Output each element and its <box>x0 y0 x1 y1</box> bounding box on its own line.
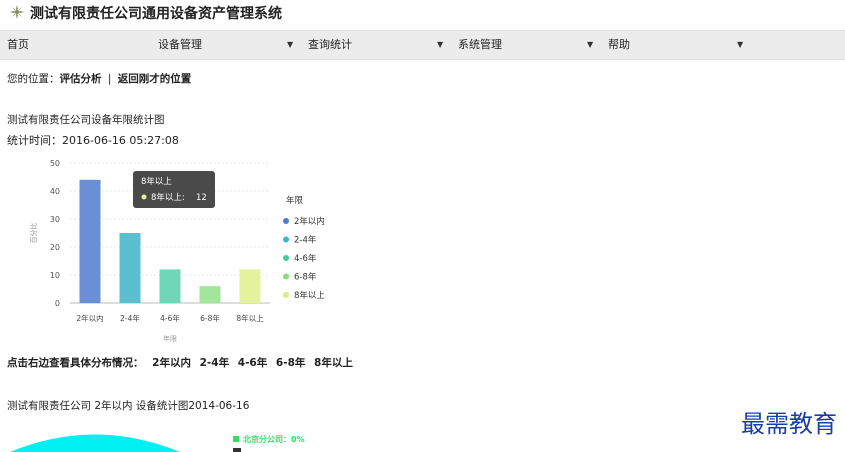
x-tick-label: 8年以上 <box>236 313 264 323</box>
nav-item-device-management[interactable]: 设备管理 <box>158 31 202 59</box>
pie-slice[interactable] <box>10 434 180 452</box>
legend-label[interactable]: 4-6年 <box>294 253 317 264</box>
nav-item-query-statistics[interactable]: 查询统计 <box>308 31 352 59</box>
bar[interactable] <box>159 269 181 303</box>
tooltip-marker <box>141 194 147 200</box>
sub-chart-title: 测试有限责任公司 2年以内 设备统计图2014-06-16 <box>7 400 250 412</box>
legend-swatch <box>233 436 239 442</box>
x-tick-label: 2-4年 <box>120 313 140 323</box>
chevron-down-icon[interactable]: ▼ <box>437 31 443 59</box>
distribution-link-4-6yr[interactable]: 4-6年 <box>238 357 267 369</box>
legend-marker[interactable] <box>283 273 289 280</box>
y-tick-label: 40 <box>50 187 60 196</box>
legend-label[interactable]: 2年以内 <box>294 216 325 227</box>
tooltip-label: 8年以上: <box>151 192 185 203</box>
y-tick-label: 30 <box>50 215 60 224</box>
distribution-link-6-8yr[interactable]: 6-8年 <box>276 357 305 369</box>
chart-title: 测试有限责任公司设备年限统计图 <box>7 114 165 126</box>
legend-marker[interactable] <box>283 218 289 224</box>
legend-title: 年限 <box>286 195 304 206</box>
y-tick-label: 20 <box>50 243 60 252</box>
legend-label[interactable]: 8年以上 <box>294 290 325 301</box>
title-bar: 测试有限责任公司通用设备资产管理系统 <box>0 0 845 26</box>
pie-legend-item[interactable]: 北京分公司：0% <box>233 434 305 445</box>
legend-marker[interactable] <box>283 236 289 243</box>
bar[interactable] <box>199 286 221 303</box>
age-bar-chart: 01020304050百分比2年以内 2-4年 4-6年 6-8年 8年以上年限年限2年… <box>29 159 325 343</box>
breadcrumb-prefix: 您的位置： <box>7 73 60 85</box>
legend-swatch <box>233 448 241 452</box>
app-title: 测试有限责任公司通用设备资产管理系统 <box>30 6 282 22</box>
back-link[interactable]: 返回刚才的位置 <box>118 73 192 85</box>
breadcrumb-current: 评估分析 <box>59 73 102 85</box>
distribution-link-8plus[interactable]: 8年以上 <box>314 357 353 369</box>
y-tick-label: 50 <box>50 159 60 168</box>
distribution-links: 点击右边查看具体分布情况： 2年以内 2-4年 4-6年 6-8年 8年以上 <box>7 355 358 370</box>
nav-item-system-management[interactable]: 系统管理 <box>458 31 502 59</box>
chevron-down-icon[interactable]: ▼ <box>587 31 593 59</box>
x-tick-label: 6-8年 <box>200 313 220 323</box>
legend-marker[interactable] <box>283 255 289 261</box>
tooltip-title: 8年以上 <box>141 176 172 187</box>
legend-marker[interactable] <box>283 292 289 298</box>
main-nav: 首页 设备管理 ▼ 查询统计 ▼ 系统管理 ▼ 帮助 ▼ <box>0 30 845 60</box>
breadcrumb-separator: | <box>107 73 112 85</box>
stat-time: 统计时间：2016-06-16 05:27:08 <box>7 134 179 147</box>
chevron-down-icon[interactable]: ▼ <box>737 31 743 59</box>
breadcrumb: 您的位置：评估分析 | 返回刚才的位置 <box>7 71 191 86</box>
distribution-link-2yr[interactable]: 2年以内 <box>152 357 191 369</box>
legend-label[interactable]: 2-4年 <box>294 235 317 246</box>
bar[interactable] <box>119 233 141 303</box>
x-axis-label: 年限 <box>163 334 177 343</box>
distribution-link-2-4yr[interactable]: 2-4年 <box>200 357 229 369</box>
pie-legend-label: 北京分公司：0% <box>243 435 305 444</box>
x-tick-label: 4-6年 <box>160 313 180 323</box>
bar[interactable] <box>239 269 261 303</box>
y-tick-label: 10 <box>50 271 60 280</box>
x-tick-label: 2年以内 <box>76 313 103 323</box>
app-logo-icon <box>10 5 24 19</box>
branch-pie-chart <box>10 434 180 452</box>
distribution-prompt: 点击右边查看具体分布情况： <box>7 357 144 369</box>
chevron-down-icon[interactable]: ▼ <box>287 31 293 59</box>
y-tick-label: 0 <box>55 299 60 308</box>
bar[interactable] <box>79 179 101 303</box>
watermark: 最需教育 <box>741 410 837 438</box>
legend-label[interactable]: 6-8年 <box>294 272 317 283</box>
nav-item-home[interactable]: 首页 <box>7 31 29 59</box>
y-axis-label: 百分比 <box>29 223 38 244</box>
tooltip-value: 12 <box>196 193 207 203</box>
nav-item-help[interactable]: 帮助 <box>608 31 630 59</box>
